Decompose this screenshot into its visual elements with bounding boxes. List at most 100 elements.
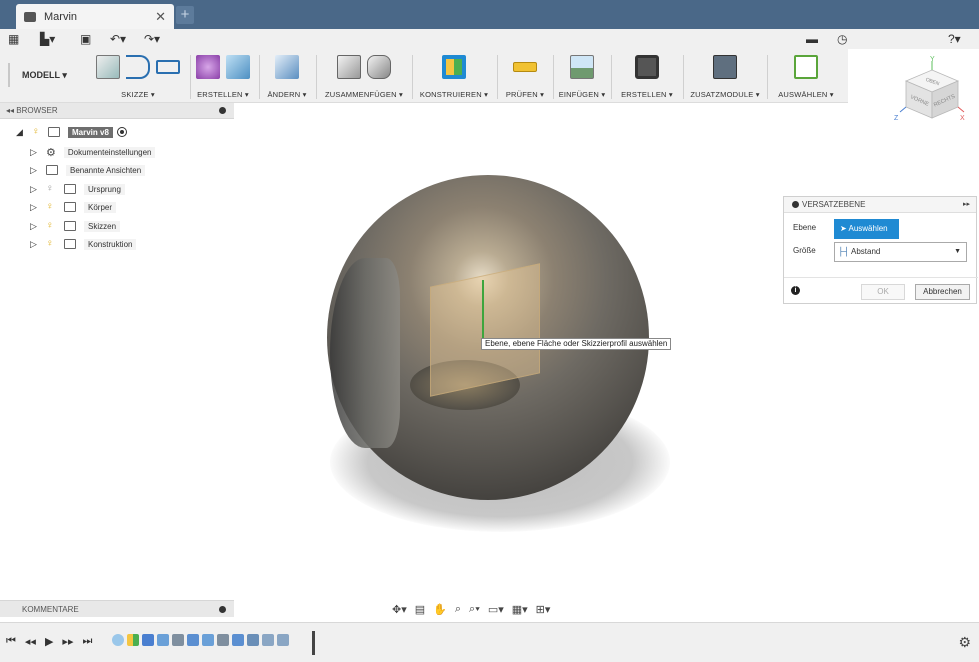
fit-view-icon[interactable]: ⌕▾ [469,603,480,616]
browser-item-bodies[interactable]: ▷ ♀ Körper [30,200,117,214]
browser-item-sketches[interactable]: ▷ ♀ Skizzen [30,219,121,233]
pan-hand-icon[interactable]: ✋ [433,603,447,616]
joint-icon[interactable] [367,55,391,79]
browser-root-row[interactable]: ◢ ♀ Marvin v8 [16,125,127,139]
browser-panel-header[interactable]: ◂◂ BROWSER [0,103,234,119]
display-settings-icon[interactable]: ▭▾ [488,603,504,616]
history-clock-icon[interactable]: ◷ [837,32,847,46]
close-tab-icon[interactable]: ✕ [155,9,166,25]
timeline-marker[interactable] [312,631,315,655]
timeline-extrude-icon[interactable] [202,634,214,646]
step-forward-icon[interactable]: ▸▸ [62,635,73,648]
play-icon[interactable]: ▶ [45,635,53,648]
grid-settings-icon[interactable]: ▦▾ [512,603,528,616]
workspace-switcher[interactable]: MODELL ▾ [8,63,75,87]
info-icon[interactable]: i [791,286,800,295]
timeline-move-icon[interactable] [217,634,229,646]
timeline-sketch-icon[interactable] [142,634,154,646]
extrude-icon[interactable] [226,55,250,79]
sketch-group[interactable]: SKIZZE ▾ [88,49,188,103]
select-cursor-icon[interactable] [794,55,818,79]
offset-plane-icon[interactable] [442,55,466,79]
browser-item-named-views[interactable]: ▷ Benannte Ansichten [30,163,146,177]
orbit-icon[interactable]: ✥▾ [392,603,407,616]
step-back-icon[interactable]: ◂◂ [25,635,36,648]
insert-group[interactable]: EINFÜGEN ▾ [556,49,608,103]
comments-toggle-icon[interactable] [219,606,226,613]
expand-arrow-icon[interactable]: ▷ [30,239,40,250]
scripts-icon[interactable] [713,55,737,79]
document-tab[interactable]: Marvin ✕ [16,4,174,29]
timeline-move-icon[interactable] [172,634,184,646]
viewports-icon[interactable]: ⊞▾ [536,603,551,616]
select-group[interactable]: AUSWÄHLEN ▾ [770,49,842,103]
app-grid-icon[interactable]: ▦ [8,32,19,46]
select-plane-button[interactable]: ➤ Auswählen [834,219,899,239]
form-create-icon[interactable] [196,55,220,79]
redo-icon[interactable]: ↷▾ [144,32,160,46]
dialog-collapse-icon[interactable] [792,201,799,208]
view-cube[interactable]: OBEN VORNE RECHTS Y X Z [892,56,972,126]
collapse-browser-icon[interactable]: ◂◂ [6,106,16,115]
create-sketch-icon[interactable] [96,55,120,79]
timeline-settings-icon[interactable]: ⚙ [958,634,971,651]
dialog-expand-icon[interactable]: ▸▸ [963,197,970,213]
activate-radio-icon[interactable] [116,127,127,137]
expand-arrow-icon[interactable]: ▷ [30,165,40,176]
timeline-plane-icon[interactable] [127,634,139,646]
visibility-bulb-icon[interactable]: ♀ [46,202,56,212]
create-group[interactable]: ERSTELLEN ▾ [190,49,256,103]
expand-arrow-icon[interactable]: ▷ [30,202,40,213]
visibility-bulb-icon[interactable]: ♀ [46,221,56,231]
browser-toggle-icon[interactable] [219,107,226,114]
browser-item-origin[interactable]: ▷ ♀ Ursprung [30,182,125,196]
browser-item-label: Skizzen [84,220,121,232]
measure-icon[interactable] [513,62,537,72]
render-icon[interactable] [635,55,659,79]
job-status-icon[interactable]: ▬ [806,32,818,46]
timeline-origin-icon[interactable] [112,634,124,646]
new-tab-button[interactable]: + [176,6,194,24]
expand-arrow-icon[interactable]: ◢ [16,127,26,138]
help-icon[interactable]: ?▾ [948,32,961,46]
dialog-header[interactable]: VERSATZEBENE ▸▸ [784,197,976,213]
modify-group[interactable]: ÄNDERN ▾ [262,49,312,103]
browser-item-document-settings[interactable]: ▷ ⚙ Dokumenteinstellungen [30,145,156,159]
save-icon[interactable]: ▣ [80,32,91,46]
line-tool-icon[interactable] [126,55,150,79]
construction-plane-preview[interactable] [430,263,540,397]
addins-group[interactable]: ZUSATZMODULE ▾ [686,49,764,103]
file-menu-icon[interactable]: ▙▾ [40,32,55,46]
zoom-icon[interactable]: ⌕ [455,603,461,616]
timeline-fillet-icon[interactable] [262,634,274,646]
go-to-start-icon[interactable]: ⏮ [6,635,16,648]
inspect-group[interactable]: PRÜFEN ▾ [500,49,550,103]
timeline-extrude-icon[interactable] [157,634,169,646]
comments-panel-header[interactable]: KOMMENTARE [0,600,234,617]
new-component-icon[interactable] [337,55,361,79]
timeline-fillet-icon[interactable] [277,634,289,646]
ok-button[interactable]: OK [861,284,905,300]
expand-arrow-icon[interactable]: ▷ [30,147,40,158]
expand-arrow-icon[interactable]: ▷ [30,221,40,232]
size-type-dropdown[interactable]: ├┤ Abstand ▼ [834,242,967,262]
make-group[interactable]: ERSTELLEN ▾ [614,49,680,103]
insert-image-icon[interactable] [570,55,594,79]
assemble-group[interactable]: ZUSAMMENFÜGEN ▾ [318,49,410,103]
timeline-combine-icon[interactable] [187,634,199,646]
rectangle-tool-icon[interactable] [156,60,180,74]
visibility-bulb-icon[interactable]: ♀ [32,127,42,137]
expand-arrow-icon[interactable]: ▷ [30,184,40,195]
visibility-bulb-icon[interactable]: ♀ [46,184,56,194]
visibility-bulb-icon[interactable]: ♀ [46,239,56,249]
go-to-end-icon[interactable]: ⏭ [82,635,92,648]
browser-item-construction[interactable]: ▷ ♀ Konstruktion [30,237,137,251]
undo-icon[interactable]: ↶▾ [110,32,126,46]
look-at-icon[interactable]: ▤ [415,603,425,616]
press-pull-icon[interactable] [275,55,299,79]
model-side-cutout[interactable] [330,258,400,448]
timeline-shell-icon[interactable] [247,634,259,646]
construct-group[interactable]: KONSTRUIEREN ▾ [414,49,494,103]
timeline-combine-icon[interactable] [232,634,244,646]
cancel-button[interactable]: Abbrechen [915,284,970,300]
